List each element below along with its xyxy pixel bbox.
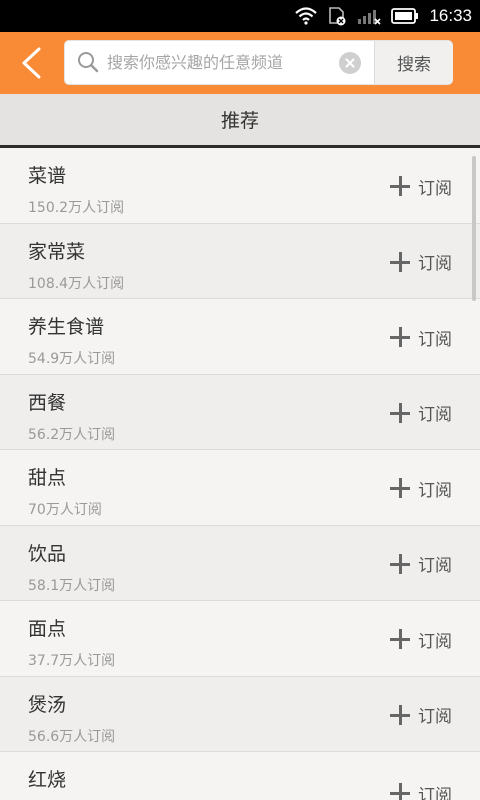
subscribe-label: 订阅: [418, 480, 452, 501]
signal-icon: [358, 10, 382, 25]
plus-icon: [390, 553, 410, 574]
back-button[interactable]: [14, 46, 48, 80]
subscribe-button[interactable]: 订阅: [390, 779, 452, 800]
subscribe-button[interactable]: 订阅: [390, 625, 452, 653]
subscriber-count: 70万人订阅: [28, 502, 102, 518]
clear-icon[interactable]: [339, 52, 361, 74]
channel-name: 家常菜: [28, 240, 86, 263]
subscribe-label: 订阅: [418, 178, 452, 199]
subscriber-count: 108.4万人订阅: [28, 275, 125, 292]
subscriber-count: 56.2万人订阅: [28, 426, 116, 443]
search-header: 搜索: [0, 32, 480, 94]
subscriber-count: 54.9万人订阅: [28, 351, 116, 367]
channel-name: 甜点: [28, 467, 67, 489]
subscribe-button[interactable]: 订阅: [390, 701, 452, 729]
sim-error-icon: [329, 7, 346, 26]
wifi-icon: [295, 7, 318, 25]
list-item[interactable]: 甜点 70万人订阅 订阅: [0, 450, 480, 526]
subscriber-count: 58.1万人订阅: [28, 577, 116, 594]
subscribe-label: 订阅: [418, 329, 452, 350]
back-arrow-icon: [22, 47, 41, 79]
channel-name: 菜谱: [28, 165, 67, 187]
list-item[interactable]: 红烧 订阅: [0, 752, 480, 800]
plus-icon: [390, 629, 410, 649]
plus-icon: [390, 478, 410, 498]
subscribe-label: 订阅: [418, 405, 452, 425]
channel-list: 菜谱 150.2万人订阅 订阅 家常菜 108.4万人订阅 订阅 养生食谱 54…: [0, 148, 480, 800]
list-item[interactable]: 饮品 58.1万人订阅 订阅: [0, 525, 480, 601]
battery-icon: [391, 8, 419, 24]
subscribe-button[interactable]: 订阅: [390, 474, 452, 502]
plus-icon: [390, 251, 410, 272]
channel-name: 面点: [28, 618, 67, 640]
scrollbar[interactable]: [472, 156, 476, 301]
plus-icon: [390, 176, 410, 196]
subscriber-count: 37.7万人订阅: [28, 653, 116, 669]
list-item[interactable]: 家常菜 108.4万人订阅 订阅: [0, 223, 480, 299]
subscribe-label: 订阅: [418, 785, 452, 800]
search-button[interactable]: 搜索: [374, 41, 453, 84]
subscribe-label: 订阅: [418, 707, 452, 727]
subscribe-button[interactable]: 订阅: [390, 399, 452, 427]
plus-icon: [390, 704, 410, 725]
list-item[interactable]: 养生食谱 54.9万人订阅 订阅: [0, 299, 480, 375]
plus-icon: [390, 783, 410, 800]
list-item[interactable]: 菜谱 150.2万人订阅 订阅: [0, 148, 480, 224]
subscriber-count: 150.2万人订阅: [28, 200, 125, 216]
subscribe-label: 订阅: [418, 556, 452, 576]
channel-name: 西餐: [28, 391, 67, 414]
list-item[interactable]: 面点 37.7万人订阅 订阅: [0, 601, 480, 677]
channel-name: 养生食谱: [28, 316, 105, 338]
search-input[interactable]: [107, 41, 357, 84]
subscribe-label: 订阅: [418, 631, 452, 652]
list-item[interactable]: 煲汤 56.6万人订阅 订阅: [0, 676, 480, 752]
plus-icon: [390, 402, 410, 423]
status-time: 16:33: [429, 6, 472, 25]
channel-name: 饮品: [28, 542, 67, 565]
subscriber-count: 56.6万人订阅: [28, 728, 116, 745]
channel-name: 煲汤: [28, 693, 67, 716]
subscribe-button[interactable]: 订阅: [390, 323, 452, 351]
status-icons: 16:33: [295, 0, 472, 32]
subscribe-button[interactable]: 订阅: [390, 248, 452, 276]
list-item[interactable]: 西餐 56.2万人订阅 订阅: [0, 374, 480, 450]
section-title: 推荐: [0, 94, 480, 148]
subscribe-button[interactable]: 订阅: [390, 172, 452, 200]
subscribe-label: 订阅: [418, 254, 452, 274]
plus-icon: [390, 327, 410, 347]
subscribe-button[interactable]: 订阅: [390, 550, 452, 578]
search-icon: [78, 52, 99, 73]
channel-name: 红烧: [28, 769, 67, 791]
status-bar: 16:33: [0, 0, 480, 32]
search-box: 搜索: [64, 40, 453, 85]
